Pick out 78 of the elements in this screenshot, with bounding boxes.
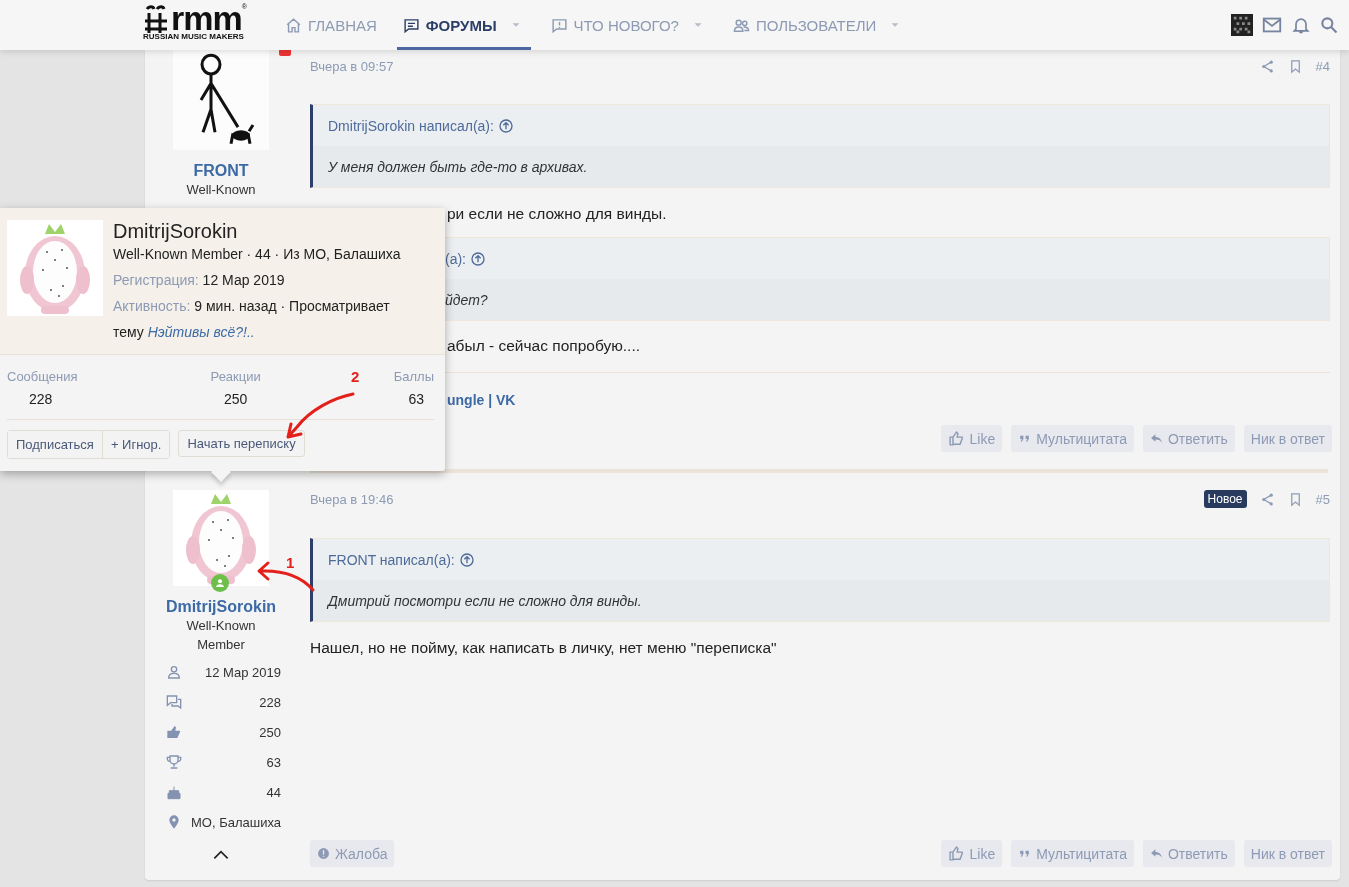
cake-icon [166,784,182,800]
user-stat-value: 250 [259,724,281,740]
mention-button[interactable]: Ник в ответ [1243,425,1332,452]
quote-text: Дмитрий посмотри если не сложно для винды. [328,592,642,609]
quote-author: DmitrijSorokin написал(а): [328,117,494,134]
post-number[interactable]: #4 [1315,58,1330,74]
thumbs-up-icon [947,845,965,862]
user-avatar-icon[interactable] [1231,14,1253,36]
map-pin-icon [166,814,182,830]
exclamation-icon [317,847,330,860]
chat-bubbles-icon [166,694,182,710]
report-button[interactable]: Жалоба [310,840,395,867]
user-stat-value: 12 Мар 2019 [204,664,281,680]
username-link[interactable]: FRONT [193,162,249,180]
chat-icon [402,16,420,34]
user-title: Well-Known Member [185,617,257,654]
quote-author: FRONT написал(а): [328,551,455,568]
share-icon[interactable] [1259,58,1275,74]
stat-value: 250 [223,391,248,407]
nav-tab[interactable]: ПОЛЬЗОВАТЕЛИ [726,0,911,50]
post-time[interactable]: Вчера в 19:46 [310,491,394,507]
trophy-icon [166,754,182,770]
mention-button[interactable]: Ник в ответ [1243,840,1332,867]
annotation-number: 1 [286,554,295,571]
share-icon[interactable] [1259,491,1275,507]
popup-username[interactable]: DmitrijSorokin [113,221,413,241]
person-icon [166,664,182,680]
quote-text: йдет? [445,291,488,308]
logo-text[interactable]: rmm [171,3,242,33]
annotation-arrow [286,392,355,439]
quote-text: У меня должен быть где-то в архивах. [328,158,588,175]
reply-icon [1149,847,1163,860]
user-title: Well-Known [185,181,257,199]
stat-value: 63 [408,391,425,407]
stat-value: 228 [28,391,53,407]
topic-link[interactable]: Нэйтивы всё?!.. [147,324,255,340]
user-stat-value: 228 [259,694,281,710]
logo-tagline: RUSSIAN MUSIC MAKERS [143,33,245,41]
home-icon [285,16,302,34]
stat-label: Сообщения [7,369,78,384]
user-stat-value: 44 [266,784,281,800]
arrow-up-circle-icon[interactable] [458,551,475,568]
start-conversation-button[interactable]: Начать переписку [178,430,305,457]
quote-button[interactable]: Мультицитата [1011,425,1134,452]
speech-bubble-icon [550,16,568,34]
annotation-number: 2 [351,368,360,385]
registration-date: Регистрация: 12 Мар 2019 [113,271,286,290]
username-link[interactable]: DmitrijSorokin [165,598,277,616]
new-badge: Новое [1203,490,1247,508]
bell-icon[interactable] [1291,15,1311,35]
post-number[interactable]: #5 [1315,491,1330,507]
user-stat-value: МО, Балашиха [190,814,281,830]
stat-label: Баллы [393,369,434,384]
arrow-up-circle-icon[interactable] [470,250,486,267]
stat-label: Реакции [210,369,261,384]
like-button[interactable]: Like [940,425,1003,452]
post-text: абыл - сейчас попробую.... [447,337,641,354]
signature-links[interactable]: ungle | VK [447,392,516,408]
reply-button[interactable]: Ответить [1142,425,1235,452]
thumbs-up-icon [947,430,965,447]
quote-author: (а): [445,250,466,267]
user-summary: Well-Known Member · 44 · Из МО, Балашиха [113,245,402,264]
nav-tab[interactable]: ЧТО НОВОГО? [544,0,713,50]
post-time[interactable]: Вчера в 09:57 [310,58,394,74]
post-text: Нашел, но не пойму, как написать в личку, нет меню "переписка" [310,639,777,656]
like-button[interactable]: Like [940,840,1003,867]
quote-button[interactable]: Мультицитата [1011,840,1134,867]
activity-text: Активность: 9 мин. назад · Просматривает тему Нэйтивы всё?!.. [113,297,391,342]
arrow-up-circle-icon[interactable] [497,117,514,134]
nav-tab[interactable]: ГЛАВНАЯ [279,0,383,50]
reply-icon [1149,432,1163,445]
reply-button[interactable]: Ответить [1142,840,1235,867]
popup-action-button[interactable]: + Игнор. [101,431,170,458]
search-icon[interactable] [1319,15,1339,35]
thumbs-up-icon [166,724,182,740]
users-icon [732,16,750,34]
post-text: ри если не сложно для винды. [447,205,667,222]
user-stat-value: 63 [266,754,281,770]
